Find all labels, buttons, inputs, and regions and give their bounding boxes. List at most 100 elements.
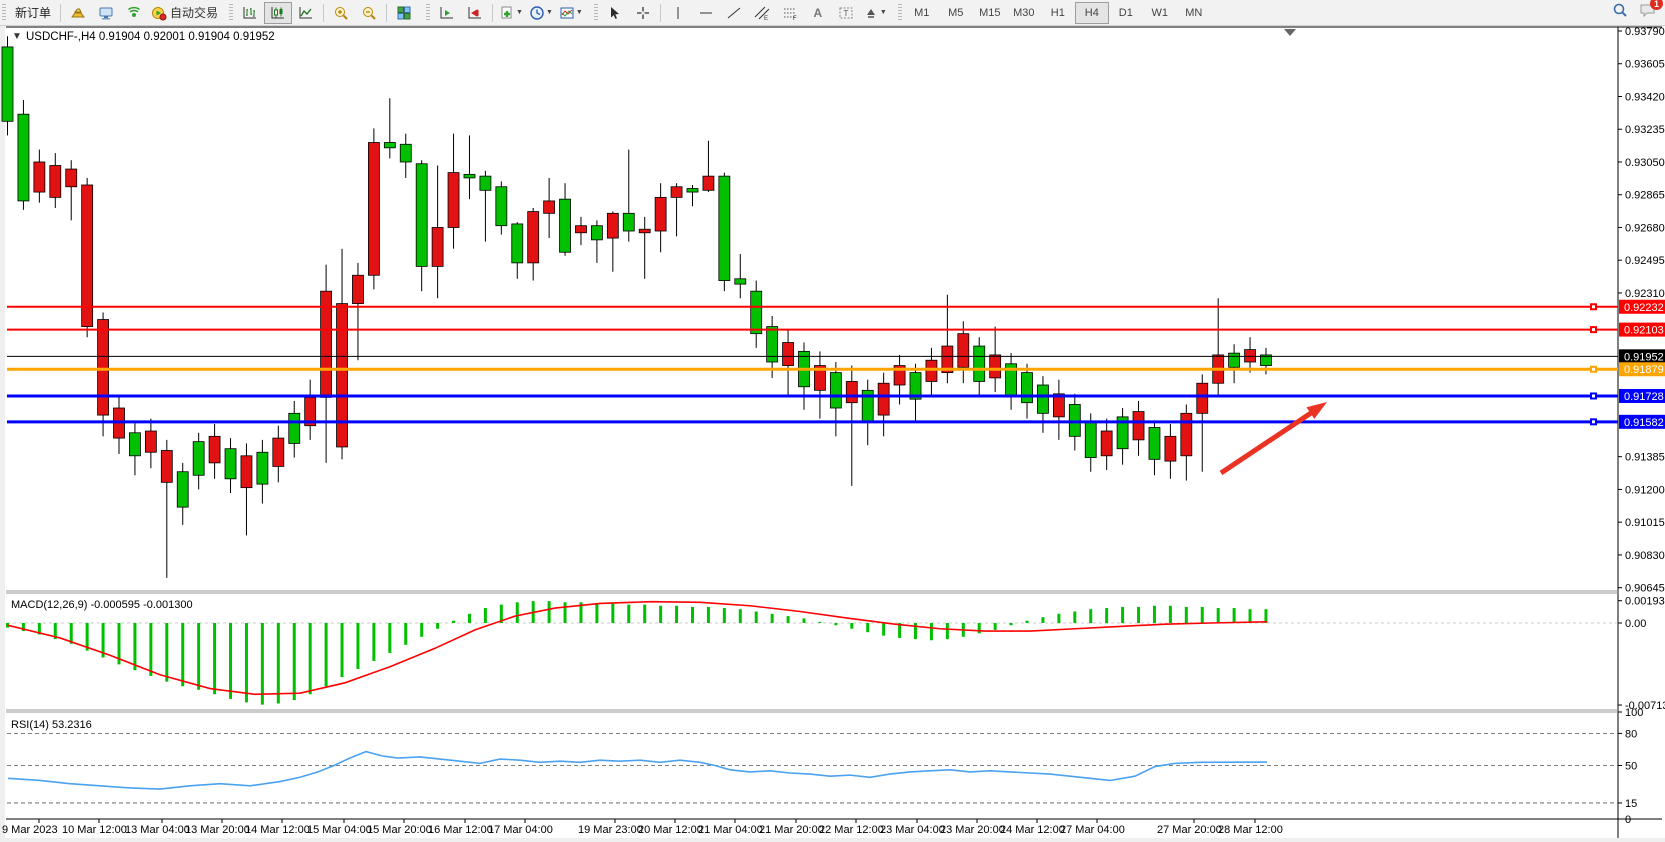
arrows-tool-button[interactable]: ▼ <box>860 2 890 24</box>
candle-body-bull <box>719 176 730 280</box>
timeframe-button-MN[interactable]: MN <box>1177 2 1211 24</box>
timeframe-button-W1[interactable]: W1 <box>1143 2 1177 24</box>
level-price-badge-label: 0.91879 <box>1624 364 1664 376</box>
timeframe-button-M15[interactable]: M15 <box>973 2 1007 24</box>
candle-body-bull <box>974 346 985 381</box>
timeframe-button-H4[interactable]: H4 <box>1075 2 1109 24</box>
chart-shift-icon[interactable] <box>461 2 489 24</box>
trendline-tool-icon[interactable] <box>720 2 748 24</box>
candle-body-bull <box>735 279 746 284</box>
time-axis-label: 10 Mar 12:00 <box>62 824 127 836</box>
vertical-line-tool-icon[interactable] <box>664 2 692 24</box>
indicators-button[interactable]: ▼ <box>556 2 586 24</box>
candle-body-bull <box>1229 353 1240 367</box>
zoom-out-icon[interactable] <box>355 2 383 24</box>
candle-body-bull <box>480 176 491 190</box>
svg-text:F: F <box>793 16 797 21</box>
line-chart-mode-icon[interactable] <box>292 2 320 24</box>
chevron-down-icon[interactable]: ▼ <box>546 9 553 16</box>
terminal-monitor-icon[interactable] <box>92 2 120 24</box>
price-axis-label: 0.93235 <box>1625 124 1665 136</box>
bar-chart-mode-icon[interactable] <box>236 2 264 24</box>
candle-body-bull <box>400 144 411 162</box>
crosshair-tool-icon[interactable] <box>629 2 657 24</box>
cursor-tool-icon[interactable] <box>601 2 629 24</box>
candle-body-bear <box>783 343 794 366</box>
time-axis-label: 9 Mar 2023 <box>2 824 58 836</box>
time-axis-label: 21 Mar 04:00 <box>698 824 763 836</box>
candle-body-bear <box>1133 412 1144 440</box>
toolbar-grip[interactable] <box>426 4 430 22</box>
fibonacci-tool-icon[interactable]: F <box>776 2 804 24</box>
rsi-indicator-label: RSI(14) 53.2316 <box>11 719 92 731</box>
candle-body-bull <box>623 213 634 231</box>
time-axis-label: 15 Mar 04:00 <box>307 824 372 836</box>
toolbar-grip[interactable] <box>594 4 598 22</box>
time-axis-label: 20 Mar 12:00 <box>638 824 703 836</box>
notifications-chat-icon[interactable]: 1 <box>1639 2 1657 24</box>
candle-body-bear <box>575 226 586 233</box>
candle-body-bear <box>368 143 379 276</box>
candle-body-bear <box>671 187 682 198</box>
equidistant-channel-tool-icon[interactable]: E <box>748 2 776 24</box>
chart-canvas[interactable]: 0.937900.936050.934200.932350.930500.928… <box>0 0 1665 842</box>
periods-button[interactable]: ▼ <box>526 2 556 24</box>
new-chart-button[interactable]: ▼ <box>496 2 526 24</box>
candle-body-bull <box>1022 373 1033 403</box>
time-axis-label: 24 Mar 12:00 <box>1000 824 1065 836</box>
level-drag-marker-center <box>1592 420 1595 423</box>
time-axis-label: 27 Mar 20:00 <box>1157 824 1222 836</box>
toolbar-grip[interactable] <box>898 4 902 22</box>
candle-body-bull <box>830 373 841 408</box>
timeframe-button-M1[interactable]: M1 <box>905 2 939 24</box>
toolbar-grip[interactable] <box>229 4 233 22</box>
candlestick-mode-icon[interactable] <box>264 2 292 24</box>
time-axis-label: 17 Mar 04:00 <box>488 824 553 836</box>
candle-body-bear <box>528 212 539 263</box>
timeframe-button-H1[interactable]: H1 <box>1041 2 1075 24</box>
gold-ingot-icon[interactable] <box>64 2 92 24</box>
tile-windows-icon[interactable] <box>390 2 418 24</box>
price-axis-label: 0.93420 <box>1625 91 1665 103</box>
candle-body-bear <box>448 173 459 228</box>
level-drag-marker-center <box>1592 328 1595 331</box>
text-label-tool[interactable]: A <box>804 2 832 24</box>
timeframe-button-M30[interactable]: M30 <box>1007 2 1041 24</box>
auto-scroll-icon[interactable] <box>433 2 461 24</box>
candle-body-bull <box>257 452 268 484</box>
timeframe-button-M5[interactable]: M5 <box>939 2 973 24</box>
candle-body-bear <box>34 162 45 192</box>
signal-broadcast-icon[interactable] <box>120 2 148 24</box>
candle-body-bull <box>560 199 571 252</box>
candle-body-bear <box>703 176 714 190</box>
candle-body-bull <box>751 291 762 333</box>
price-axis-label: 0.91200 <box>1625 484 1665 496</box>
new-order-button[interactable]: 新订单 <box>9 2 57 24</box>
candle-body-bull <box>18 114 29 201</box>
candle-body-bear <box>98 320 109 416</box>
rsi-axis-label: 50 <box>1625 761 1637 773</box>
auto-trading-button[interactable]: 自动交易 <box>148 2 221 24</box>
candle-body-bear <box>1181 413 1192 455</box>
chevron-down-icon[interactable]: ▼ <box>516 9 523 16</box>
candle-body-bear <box>209 436 220 463</box>
toolbar-separator <box>660 4 661 22</box>
chart-collapse-icon[interactable]: ▼ <box>12 31 22 42</box>
svg-text:T: T <box>843 9 848 18</box>
zoom-in-icon[interactable] <box>327 2 355 24</box>
timeframe-button-D1[interactable]: D1 <box>1109 2 1143 24</box>
search-icon[interactable] <box>1612 2 1629 24</box>
horizontal-line-tool-icon[interactable] <box>692 2 720 24</box>
price-axis-label: 0.92680 <box>1625 222 1665 234</box>
level-price-badge-label: 0.91582 <box>1624 417 1664 429</box>
text-frame-tool[interactable]: T <box>832 2 860 24</box>
time-axis-label: 16 Mar 12:00 <box>428 824 493 836</box>
candle-body-bear <box>1197 383 1208 413</box>
chevron-down-icon[interactable]: ▼ <box>880 9 887 16</box>
price-axis-label: 0.93790 <box>1625 26 1665 38</box>
candle-body-bear <box>241 456 252 488</box>
chevron-down-icon[interactable]: ▼ <box>576 9 583 16</box>
candle-body-bull <box>193 442 204 476</box>
toolbar-grip[interactable] <box>2 4 6 22</box>
candle-body-bear <box>1101 431 1112 456</box>
